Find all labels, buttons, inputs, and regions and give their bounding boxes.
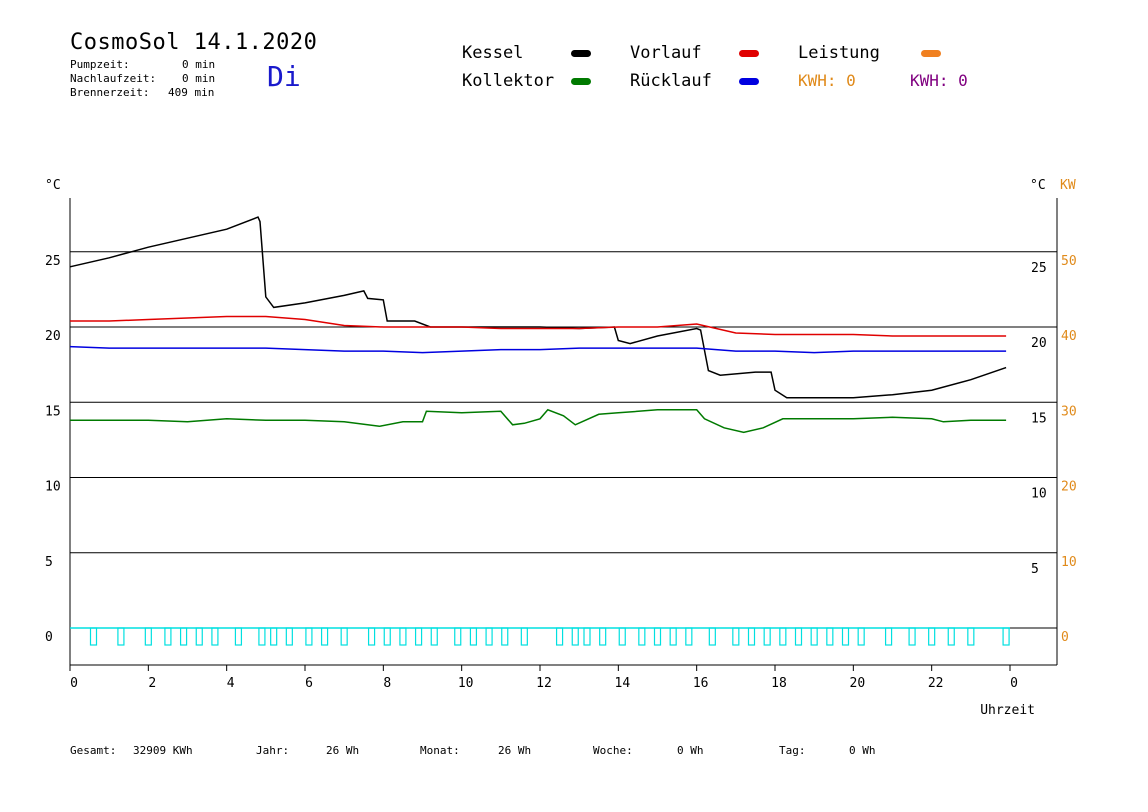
series-line-rcklauf [69,345,1007,354]
pump-pulse [454,627,462,646]
footer-gesamt-value: 32909 KWh [133,744,193,757]
pump-pulse [947,627,955,646]
pump-pulse [144,627,152,646]
y-tick-label-right: 5 [1031,562,1039,577]
pump-pulse [708,627,716,646]
pump-pulse [195,627,203,646]
pump-pulse [638,627,646,646]
pump-pulse [779,627,787,646]
x-tick-label: 14 [615,676,631,691]
pump-pulse [928,627,936,646]
x-tick-label: 22 [928,676,944,691]
pump-pulse [117,627,125,646]
x-tick-label: 2 [148,676,156,691]
pump-pulse [179,627,188,646]
x-tick-label: 18 [771,676,787,691]
pump-pulse [430,627,438,646]
y-tick-label-left: 20 [45,329,61,344]
footer-tag-value: 0 Wh [849,744,876,757]
pump-pulse [320,627,329,646]
pump-pulse [520,627,528,646]
pump-pulse [258,627,266,646]
pump-pulse [618,627,626,646]
pump-pulse [884,627,893,646]
pump-pulse [501,627,509,646]
pump-pulse [367,627,376,646]
y-tick-label-kw: 20 [1061,480,1077,495]
pump-pulse [732,627,740,646]
pump-pulse [841,627,850,646]
y-tick-label-kw: 50 [1061,254,1077,269]
y-tick-label-right: 20 [1031,336,1047,351]
series-line-kollektor [70,408,1007,434]
x-tick-label: 12 [536,676,552,691]
x-tick-label: 0 [70,676,78,691]
pump-pulse [89,627,98,646]
pump-pulse [571,627,579,646]
y-tick-label-left: 0 [45,630,53,645]
pump-pulse [555,627,564,646]
footer-gesamt-label: Gesamt: [70,744,117,757]
pump-pulse [794,627,803,646]
pump-pulse [211,627,219,646]
pump-pulse [908,627,916,646]
pump-pulse [810,627,818,646]
x-tick-label: 20 [850,676,866,691]
pump-pulse [857,627,865,646]
y-tick-label-right: 10 [1031,487,1047,502]
x-tick-label: 8 [383,676,391,691]
pump-pulse [270,627,278,646]
y-tick-label-left: 15 [45,404,61,419]
pump-pulse [305,627,313,646]
pump-pulse [826,627,834,646]
y-tick-label-kw: 0 [1061,630,1069,645]
footer-monat-label: Monat: [420,744,460,757]
x-tick-label: 10 [458,676,474,691]
x-tick-label: 6 [305,676,313,691]
pump-pulse [399,627,407,646]
footer-woche-value: 0 Wh [677,744,704,757]
pump-pulse [234,627,243,646]
pump-pulse [340,627,348,646]
pump-pulse [653,627,662,646]
pump-pulse [469,627,478,646]
y-tick-label-left: 10 [45,480,61,495]
footer-woche-label: Woche: [593,744,633,757]
y-axis-right-unit: °C [1030,178,1046,193]
pump-pulse [164,627,172,646]
y-tick-label-left: 5 [45,555,53,570]
pump-pulse [669,627,677,646]
x-tick-label: 16 [693,676,709,691]
series-line-kessel [69,216,1007,399]
y-tick-label-kw: 30 [1061,404,1077,419]
y-tick-label-right: 25 [1031,261,1047,276]
pump-pulse [599,627,607,646]
y-tick-label-right: 15 [1031,411,1047,426]
footer-tag-label: Tag: [779,744,806,757]
y-tick-label-kw: 10 [1061,555,1077,570]
footer-jahr-value: 26 Wh [326,744,360,757]
pump-pulse [1002,627,1010,646]
temperature-chart: 0 2 4 6 8 10 12 14 16 18 20 22 0 Uhrzeit °C °C KW 0 5 10 15 2… [45,178,1077,718]
pump-pulse [685,627,693,646]
pump-pulse [485,627,493,646]
pump-pulse [414,627,423,646]
pump-pulse [763,627,771,646]
pump-pulse [383,627,391,646]
y-axis-left-unit: °C [45,178,61,193]
x-tick-label: 4 [227,676,235,691]
pump-pulse [583,627,591,646]
footer-jahr-label: Jahr: [256,744,290,757]
y-tick-label-kw: 40 [1061,329,1077,344]
x-axis-title: Uhrzeit [980,703,1035,718]
y-axis-right2-unit: KW [1060,178,1076,193]
x-tick-label: 0 [1010,676,1018,691]
y-tick-label-left: 25 [45,254,61,269]
pump-pulse [967,627,975,646]
pump-pulse [285,627,293,646]
pump-pulse [747,627,756,646]
footer-monat-value: 26 Wh [498,744,532,757]
